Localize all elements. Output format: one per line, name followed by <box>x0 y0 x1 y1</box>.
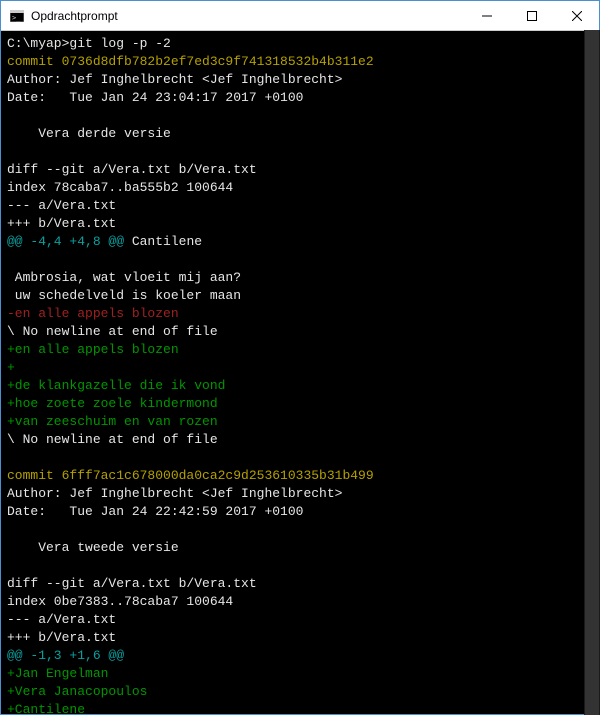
scrollbar-thumb[interactable] <box>585 30 599 715</box>
diff-plus-file: +++ b/Vera.txt <box>7 215 593 233</box>
hunk-context: Cantilene <box>124 234 202 249</box>
window-title: Opdrachtprompt <box>31 9 464 23</box>
blank-line <box>7 449 593 467</box>
commit-author: Author: Jef Inghelbrecht <Jef Inghelbrec… <box>7 71 593 89</box>
diff-addition: +van zeeschuim en van rozen <box>7 413 593 431</box>
commit-hash: commit 0736d8dfb782b2ef7ed3c9f741318532b… <box>7 53 593 71</box>
diff-addition: +en alle appels blozen <box>7 341 593 359</box>
terminal-window: >_ Opdrachtprompt C:\myap>git log -p -2 … <box>0 0 600 715</box>
diff-no-newline: \ No newline at end of file <box>7 323 593 341</box>
maximize-button[interactable] <box>509 1 554 30</box>
commit-message: Vera tweede versie <box>7 539 593 557</box>
scrollbar[interactable] <box>584 30 600 715</box>
diff-deletion: -en alle appels blozen <box>7 305 593 323</box>
diff-minus-file: --- a/Vera.txt <box>7 611 593 629</box>
blank-line <box>7 251 593 269</box>
diff-minus-file: --- a/Vera.txt <box>7 197 593 215</box>
prompt-line: C:\myap>git log -p -2 <box>7 35 593 53</box>
diff-addition: +Jan Engelman <box>7 665 593 683</box>
diff-hunk: @@ -1,3 +1,6 @@ <box>7 647 593 665</box>
diff-plus-file: +++ b/Vera.txt <box>7 629 593 647</box>
prompt-cmd: git log -p -2 <box>69 36 170 51</box>
diff-index: index 0be7383..78caba7 100644 <box>7 593 593 611</box>
hunk-range: @@ -4,4 +4,8 @@ <box>7 234 124 249</box>
svg-text:>_: >_ <box>12 14 21 22</box>
titlebar[interactable]: >_ Opdrachtprompt <box>1 1 599 31</box>
commit-author: Author: Jef Inghelbrecht <Jef Inghelbrec… <box>7 485 593 503</box>
commit-hash: commit 6fff7ac1c678000da0ca2c9d253610335… <box>7 467 593 485</box>
prompt-path: C:\myap> <box>7 36 69 51</box>
blank-line <box>7 143 593 161</box>
close-button[interactable] <box>554 1 599 30</box>
diff-header: diff --git a/Vera.txt b/Vera.txt <box>7 575 593 593</box>
diff-addition: +de klankgazelle die ik vond <box>7 377 593 395</box>
terminal-body[interactable]: C:\myap>git log -p -2 commit 0736d8dfb78… <box>1 31 599 714</box>
commit-date: Date: Tue Jan 24 22:42:59 2017 +0100 <box>7 503 593 521</box>
diff-context: Ambrosia, wat vloeit mij aan? <box>7 269 593 287</box>
blank-line <box>7 557 593 575</box>
app-icon: >_ <box>9 8 25 24</box>
diff-addition: +Cantilene <box>7 701 593 714</box>
diff-hunk: @@ -4,4 +4,8 @@ Cantilene <box>7 233 593 251</box>
diff-addition: +hoe zoete zoele kindermond <box>7 395 593 413</box>
diff-no-newline: \ No newline at end of file <box>7 431 593 449</box>
diff-addition: +Vera Janacopoulos <box>7 683 593 701</box>
diff-addition: + <box>7 359 593 377</box>
diff-header: diff --git a/Vera.txt b/Vera.txt <box>7 161 593 179</box>
diff-index: index 78caba7..ba555b2 100644 <box>7 179 593 197</box>
commit-message: Vera derde versie <box>7 125 593 143</box>
blank-line <box>7 521 593 539</box>
minimize-button[interactable] <box>464 1 509 30</box>
window-controls <box>464 1 599 30</box>
blank-line <box>7 107 593 125</box>
commit-date: Date: Tue Jan 24 23:04:17 2017 +0100 <box>7 89 593 107</box>
diff-context: uw schedelveld is koeler maan <box>7 287 593 305</box>
